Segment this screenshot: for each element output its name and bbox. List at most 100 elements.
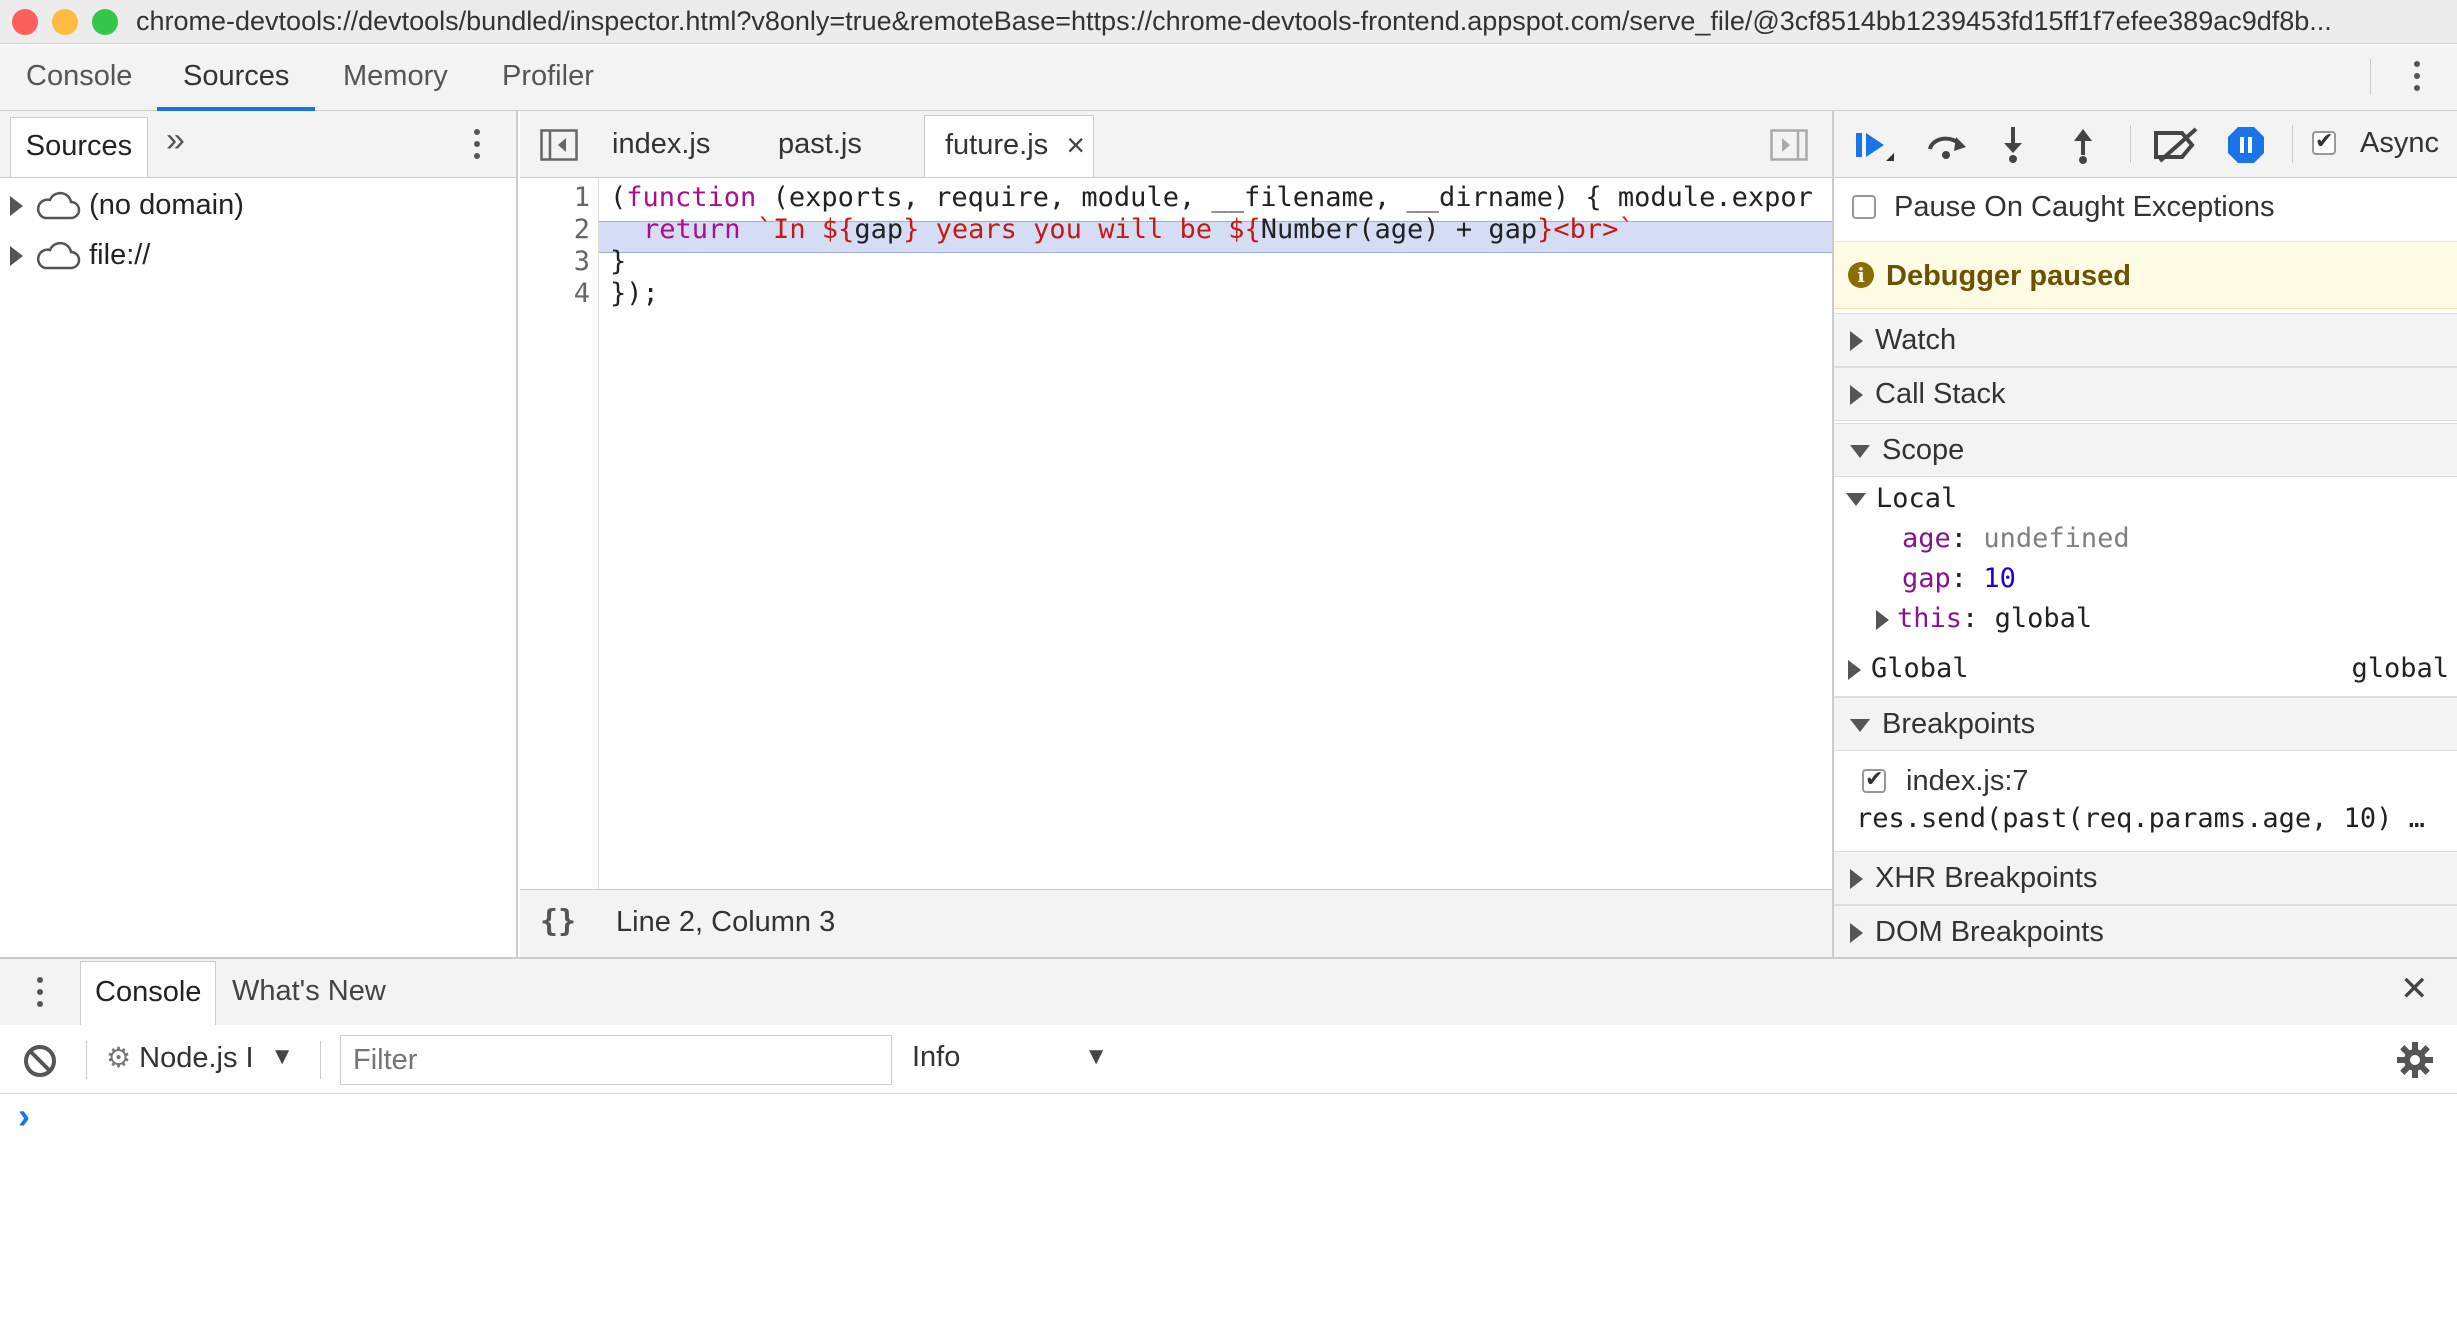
expand-icon: [1876, 609, 1889, 630]
console-prompt-icon[interactable]: ›: [18, 1095, 30, 1137]
tab-future-js[interactable]: future.js ×: [924, 115, 1094, 177]
filter-input[interactable]: [340, 1035, 892, 1085]
pause-caught-checkbox[interactable]: [1852, 195, 1876, 219]
code-token: (: [610, 182, 627, 213]
code-string: } years you will be ${: [903, 214, 1261, 245]
code-string: `In ${: [740, 214, 855, 245]
zoom-window-button[interactable]: [92, 9, 118, 35]
context-selector[interactable]: ⚙ Node.js I ▼: [106, 1041, 296, 1081]
tab-sources-navigator[interactable]: Sources: [10, 117, 148, 177]
step-into-icon[interactable]: [1998, 125, 2028, 165]
step-out-icon[interactable]: [2068, 125, 2098, 165]
scope-var-this[interactable]: this: global: [1876, 603, 2092, 634]
minimize-window-button[interactable]: [52, 9, 78, 35]
pause-on-exceptions-icon[interactable]: [2226, 125, 2266, 165]
clear-console-icon[interactable]: [22, 1043, 58, 1079]
tab-sources[interactable]: Sources: [157, 45, 316, 111]
divider: [2292, 125, 2293, 163]
step-over-icon[interactable]: [1924, 129, 1968, 161]
var-sep: :: [1962, 603, 1979, 634]
line-number[interactable]: 4: [574, 278, 590, 309]
code-line-1[interactable]: (function (exports, require, module, __f…: [610, 182, 1813, 213]
resume-icon[interactable]: [1854, 127, 1896, 163]
expand-icon: [1850, 923, 1863, 944]
scope-global[interactable]: Global global: [1834, 645, 2457, 697]
line-number[interactable]: 2: [574, 214, 590, 245]
debugger-toolbar: Async: [1834, 111, 2457, 178]
deactivate-breakpoints-icon[interactable]: [2152, 127, 2202, 163]
window-title-bar: chrome-devtools://devtools/bundled/inspe…: [0, 0, 2457, 44]
close-tab-icon[interactable]: ×: [1066, 116, 1085, 174]
line-number[interactable]: 3: [574, 246, 590, 277]
tab-console[interactable]: Console: [0, 45, 158, 111]
tab-past-js[interactable]: past.js: [758, 115, 882, 177]
close-window-button[interactable]: [12, 9, 38, 35]
tab-drawer-console[interactable]: Console: [80, 961, 217, 1025]
navigator-tabs: Sources »: [0, 111, 516, 178]
divider: [2370, 59, 2371, 95]
divider: [2130, 125, 2131, 163]
scope-local-label: Local: [1876, 483, 1958, 514]
var-value: 10: [1983, 563, 2016, 594]
cloud-icon: [36, 192, 81, 220]
var-name: age: [1902, 523, 1951, 554]
async-checkbox[interactable]: [2312, 128, 2336, 155]
info-icon: i: [1848, 262, 1874, 288]
scope-var-age[interactable]: age: undefined: [1902, 523, 2130, 554]
tab-whats-new[interactable]: What's New: [218, 961, 400, 1025]
section-label: Breakpoints: [1882, 708, 2036, 740]
section-watch[interactable]: Watch: [1834, 313, 2457, 367]
main-panel-tabs: Console Sources Memory Profiler: [0, 45, 2457, 111]
breakpoint-code[interactable]: res.send(past(req.params.age, 10) …: [1856, 803, 2456, 834]
breakpoint-item[interactable]: index.js:7: [1834, 761, 2457, 801]
line-number-gutter[interactable]: 1 2 3 4: [520, 178, 599, 1000]
navigator-menu-icon[interactable]: [474, 129, 480, 165]
var-sep: :: [1950, 563, 1968, 594]
close-drawer-icon[interactable]: ✕: [2400, 969, 2429, 1009]
collapse-icon: [1846, 493, 1866, 506]
tree-item-no-domain[interactable]: (no domain): [10, 189, 244, 229]
section-label: Scope: [1882, 434, 1965, 466]
divider: [320, 1041, 321, 1079]
scope-local[interactable]: Local: [1846, 483, 1957, 514]
line-number[interactable]: 1: [574, 182, 590, 213]
drawer-menu-icon[interactable]: [37, 977, 43, 1013]
section-breakpoints[interactable]: Breakpoints: [1834, 697, 2457, 751]
gear-small-icon: ⚙: [106, 1042, 132, 1073]
code-line-2[interactable]: return `In ${gap} years you will be ${Nu…: [643, 214, 1635, 245]
navigator-panel: Sources » (no domain) file://: [0, 111, 518, 957]
tree-item-file[interactable]: file://: [10, 239, 150, 279]
section-label: XHR Breakpoints: [1875, 862, 2098, 894]
toggle-navigator-icon[interactable]: [540, 129, 578, 161]
pretty-print-icon[interactable]: {}: [540, 904, 576, 939]
tab-index-js[interactable]: index.js: [592, 115, 730, 177]
more-tabs-icon[interactable]: »: [166, 121, 185, 160]
section-xhr-breakpoints[interactable]: XHR Breakpoints: [1834, 851, 2457, 905]
section-label: Watch: [1875, 324, 1957, 356]
cloud-icon: [36, 242, 81, 270]
code-keyword: return: [643, 214, 741, 245]
code-line-3[interactable]: }: [610, 246, 626, 277]
section-call-stack[interactable]: Call Stack: [1834, 367, 2457, 421]
tree-item-label: file://: [89, 239, 151, 271]
var-name: this: [1897, 603, 1963, 634]
breakpoint-checkbox[interactable]: [1862, 766, 1886, 793]
tab-memory[interactable]: Memory: [317, 45, 474, 111]
expand-icon: [10, 246, 23, 267]
expand-icon: [1850, 385, 1863, 406]
pause-on-caught-row[interactable]: Pause On Caught Exceptions: [1834, 177, 2457, 239]
context-label: Node.js I: [139, 1042, 254, 1074]
more-options-icon[interactable]: [2414, 61, 2420, 97]
scope-var-gap[interactable]: gap: 10: [1902, 563, 2016, 594]
expand-icon: [1850, 869, 1863, 890]
tab-profiler[interactable]: Profiler: [476, 45, 620, 111]
toggle-debugger-icon[interactable]: [1770, 129, 1808, 161]
code-line-4[interactable]: });: [610, 278, 659, 309]
section-dom-breakpoints[interactable]: DOM Breakpoints: [1834, 905, 2457, 959]
log-level-select[interactable]: Info ▼: [912, 1041, 1108, 1081]
code-token: Number(age) + gap: [1260, 214, 1538, 245]
expand-icon: [10, 196, 23, 217]
console-settings-gear-icon[interactable]: [2396, 1041, 2434, 1079]
section-scope[interactable]: Scope: [1834, 423, 2457, 477]
scope-global-label: Global: [1871, 653, 1969, 684]
